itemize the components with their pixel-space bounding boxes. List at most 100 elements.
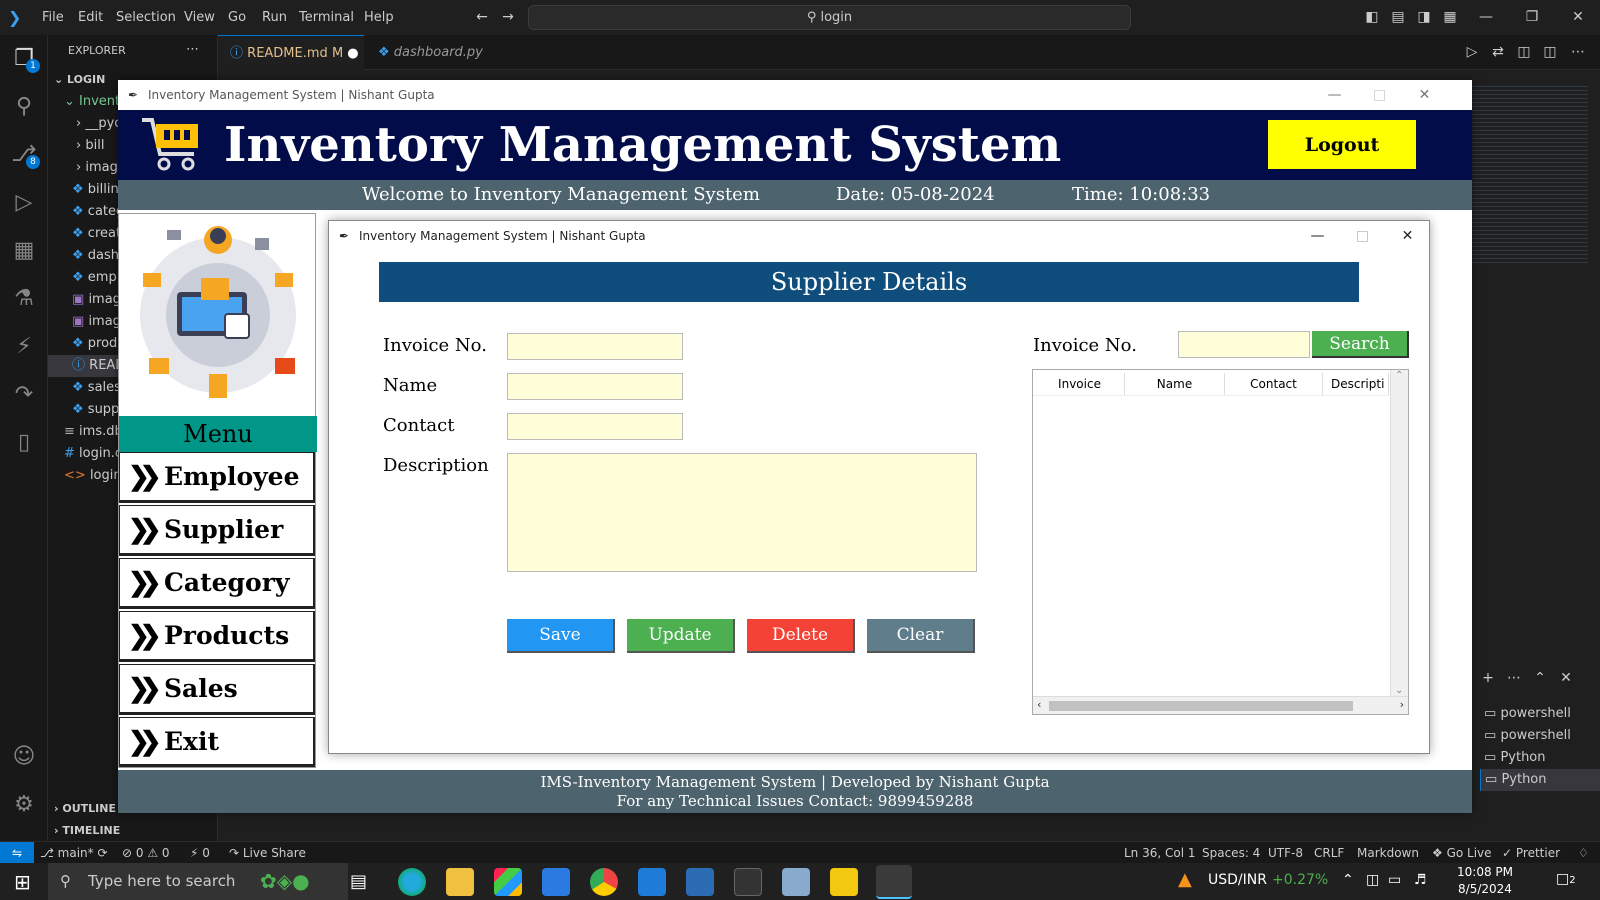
- menu-view[interactable]: View: [184, 0, 215, 35]
- column-header[interactable]: Descripti: [1323, 373, 1389, 395]
- timeline-section[interactable]: › TIMELINE: [54, 820, 120, 842]
- tree-item[interactable]: ❖ dash: [72, 245, 119, 267]
- remote-indicator-icon[interactable]: ⇋: [0, 842, 34, 864]
- tree-item[interactable]: › bill: [76, 135, 104, 157]
- volume-icon[interactable]: ♬: [1414, 872, 1427, 888]
- store-icon[interactable]: [494, 868, 522, 896]
- task-view-icon[interactable]: ▤: [350, 871, 367, 892]
- scroll-left-icon[interactable]: ‹: [1037, 698, 1041, 711]
- terminal-item[interactable]: ▭ Python: [1484, 747, 1546, 769]
- tree-item[interactable]: ❖ sales: [72, 377, 121, 399]
- scroll-thumb[interactable]: [1049, 701, 1353, 711]
- live-share-status[interactable]: ↷ Live Share: [229, 842, 306, 864]
- mysql-icon[interactable]: [734, 868, 762, 896]
- tree-item[interactable]: ❖ supp: [72, 399, 119, 421]
- tree-item[interactable]: › __pyc: [76, 113, 121, 135]
- app-cube-icon[interactable]: [782, 868, 810, 896]
- settings-gear-icon[interactable]: ⚙: [8, 789, 40, 821]
- contact-input[interactable]: [507, 413, 683, 440]
- tab-readme[interactable]: ⓘ README.md M ●: [218, 35, 364, 70]
- tree-item[interactable]: ❖ categ: [72, 201, 124, 223]
- outline-section[interactable]: › OUTLINE: [54, 798, 116, 820]
- logout-button[interactable]: Logout: [1268, 120, 1416, 169]
- name-input[interactable]: [507, 373, 683, 400]
- menu-terminal[interactable]: Terminal: [299, 0, 354, 35]
- supplier-table[interactable]: Invoice Name Contact Descripti ⌃ ⌄ ‹ ›: [1032, 369, 1409, 715]
- invoice-input[interactable]: [507, 333, 683, 360]
- tree-item[interactable]: ≡ ims.db: [64, 421, 123, 443]
- split-editor-icon[interactable]: ◫: [1542, 44, 1558, 60]
- tree-item[interactable]: › imag: [76, 157, 118, 179]
- chrome-icon[interactable]: [590, 868, 618, 896]
- tree-item[interactable]: ❖ empl: [72, 267, 120, 289]
- tree-item[interactable]: ❖ creat: [72, 223, 121, 245]
- scroll-down-icon[interactable]: ⌄: [1395, 685, 1403, 696]
- lightning-icon[interactable]: ⚡: [8, 331, 40, 363]
- toggle-panel-icon[interactable]: ▤: [1390, 9, 1406, 25]
- close-icon[interactable]: ✕: [1385, 221, 1430, 251]
- unsaved-dot-icon[interactable]: ●: [347, 46, 358, 61]
- tree-item[interactable]: ❖ prod: [72, 333, 117, 355]
- tree-item[interactable]: ▣ imag: [72, 311, 121, 333]
- powerbi-icon[interactable]: [830, 868, 858, 896]
- description-textarea[interactable]: [507, 453, 977, 572]
- clock-time[interactable]: 10:08 PM: [1450, 865, 1520, 879]
- maximize-panel-icon[interactable]: ⌃: [1532, 670, 1548, 686]
- device-icon[interactable]: ▯: [8, 427, 40, 459]
- ports-status[interactable]: ⚡ 0: [190, 842, 210, 864]
- close-icon[interactable]: ✕: [1402, 80, 1447, 110]
- window-titlebar[interactable]: ✒ Inventory Management System | Nishant …: [329, 221, 1429, 251]
- menu-category-button[interactable]: ❯❯ Category: [119, 558, 315, 609]
- tree-item[interactable]: ▣ imag: [72, 289, 121, 311]
- tree-item[interactable]: ⌄ Invent: [64, 91, 120, 113]
- preview-icon[interactable]: ◫: [1516, 44, 1532, 60]
- run-file-icon[interactable]: ▷: [1464, 44, 1480, 60]
- cursor-position[interactable]: Ln 36, Col 1: [1124, 842, 1196, 864]
- menu-employee-button[interactable]: ❯❯ Employee: [119, 452, 315, 503]
- language-status[interactable]: Markdown: [1357, 842, 1419, 864]
- menu-run[interactable]: Run: [262, 0, 287, 35]
- search-button[interactable]: Search: [1312, 331, 1409, 358]
- branch-status[interactable]: ⎇ main* ⟳: [40, 842, 108, 864]
- source-control-icon[interactable]: ⎇ 8: [8, 139, 40, 171]
- account-icon[interactable]: ☺: [8, 741, 40, 773]
- more-icon[interactable]: ⋯: [1506, 670, 1522, 686]
- run-debug-icon[interactable]: ▷: [8, 187, 40, 219]
- minimize-icon[interactable]: —: [1478, 9, 1494, 25]
- close-icon[interactable]: ✕: [1570, 9, 1586, 25]
- file-explorer-icon[interactable]: [446, 868, 474, 896]
- python-app-icon[interactable]: [876, 865, 912, 899]
- column-header[interactable]: Name: [1125, 373, 1225, 395]
- problems-status[interactable]: ⊘ 0 ⚠ 0: [122, 842, 170, 864]
- tree-item[interactable]: ❖ billin: [72, 179, 119, 201]
- prettier-status[interactable]: ✓ Prettier: [1502, 842, 1560, 864]
- minimize-icon[interactable]: —: [1295, 221, 1340, 251]
- tray-chevron-icon[interactable]: ⌃: [1342, 872, 1354, 888]
- more-icon[interactable]: ⋯: [1570, 44, 1586, 60]
- mail-icon[interactable]: [542, 868, 570, 896]
- horizontal-scrollbar[interactable]: ‹ ›: [1033, 696, 1408, 714]
- vscode-taskbar-icon[interactable]: [638, 868, 666, 896]
- windows-start-icon[interactable]: ⊞: [14, 870, 31, 894]
- command-center-search[interactable]: ⚲ login: [528, 5, 1131, 30]
- menu-edit[interactable]: Edit: [78, 0, 103, 35]
- update-button[interactable]: Update: [627, 619, 735, 653]
- new-terminal-icon[interactable]: +: [1480, 670, 1496, 686]
- scroll-up-icon[interactable]: ⌃: [1395, 370, 1403, 381]
- layout-icon[interactable]: ▦: [1442, 9, 1458, 25]
- terminal-item[interactable]: ▭ powershell: [1484, 703, 1571, 725]
- network-icon[interactable]: ▭: [1388, 872, 1401, 888]
- window-titlebar[interactable]: ✒ Inventory Management System | Nishant …: [118, 80, 1472, 110]
- compare-icon[interactable]: ⇄: [1490, 44, 1506, 60]
- restore-icon[interactable]: ❐: [1524, 9, 1540, 25]
- menu-selection[interactable]: Selection: [116, 0, 176, 35]
- back-arrow-icon[interactable]: ←: [474, 9, 490, 25]
- remote-icon[interactable]: ↷: [8, 379, 40, 411]
- ticker-label[interactable]: USD/INR: [1208, 872, 1267, 888]
- more-actions-icon[interactable]: ⋯: [186, 39, 199, 61]
- taskbar-search[interactable]: ⚲ Type here to search ✿◈●: [48, 863, 348, 900]
- extensions-icon[interactable]: ▦: [8, 235, 40, 267]
- minimap[interactable]: [1472, 86, 1588, 266]
- photos-icon[interactable]: [686, 868, 714, 896]
- scroll-right-icon[interactable]: ›: [1400, 698, 1404, 711]
